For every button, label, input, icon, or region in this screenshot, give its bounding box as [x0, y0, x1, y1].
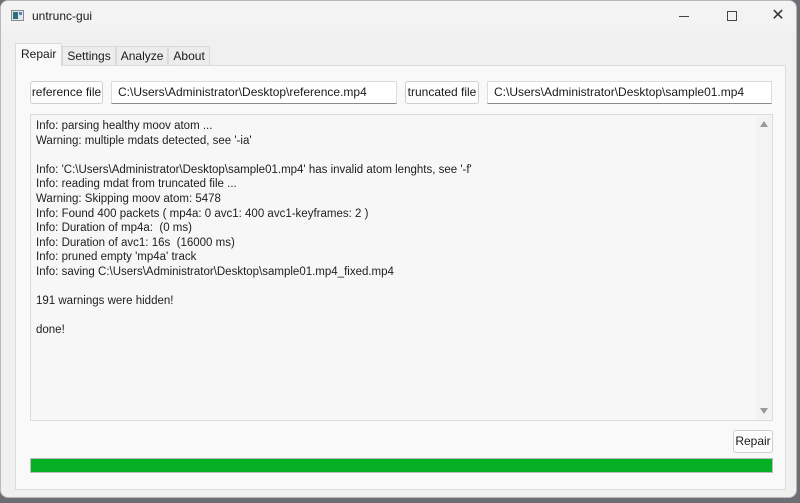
tab-bar: Repair Settings Analyze About	[15, 43, 210, 66]
maximize-button[interactable]	[709, 1, 755, 31]
app-icon	[11, 10, 24, 21]
tab-analyze[interactable]: Analyze	[115, 46, 169, 66]
log-line: Info: Duration of avc1: 16s (16000 ms)	[36, 236, 235, 249]
log-line: Warning: multiple mdats detected, see '-…	[36, 134, 252, 147]
progress-fill	[31, 459, 772, 472]
log-scrollbar[interactable]	[756, 115, 772, 420]
log-line: Warning: Skipping moov atom: 5478	[36, 192, 221, 205]
log-line: Info: 'C:\Users\Administrator\Desktop\sa…	[36, 163, 472, 176]
log-line: Info: pruned empty 'mp4a' track	[36, 251, 197, 264]
reference-file-button[interactable]: reference file	[30, 81, 103, 104]
minimize-icon	[679, 15, 689, 17]
truncated-path-input[interactable]: C:\Users\Administrator\Desktop\sample01.…	[487, 81, 772, 104]
close-icon: ✕	[771, 7, 785, 24]
log-output[interactable]: Info: parsing healthy moov atom ... Warni…	[30, 114, 773, 421]
tab-about[interactable]: About	[168, 46, 210, 66]
minimize-button[interactable]	[661, 1, 707, 31]
log-line: done!	[36, 324, 65, 337]
scroll-up-arrow-icon[interactable]	[760, 121, 768, 127]
log-line: Info: saving C:\Users\Administrator\Desk…	[36, 265, 394, 278]
title-bar[interactable]: untrunc-gui ✕	[1, 1, 796, 31]
repair-button[interactable]: Repair	[733, 430, 773, 453]
tab-settings[interactable]: Settings	[62, 46, 116, 66]
log-lines: Info: parsing healthy moov atom ... Warni…	[36, 119, 751, 338]
log-line: Info: Duration of mp4a: (0 ms)	[36, 222, 192, 235]
app-window: untrunc-gui ✕ Repair Settings Analyze Ab…	[0, 0, 797, 498]
close-button[interactable]: ✕	[755, 1, 796, 31]
repair-panel: reference file C:\Users\Administrator\De…	[15, 65, 786, 490]
reference-path-input[interactable]: C:\Users\Administrator\Desktop\reference…	[111, 81, 397, 104]
scroll-down-arrow-icon[interactable]	[760, 408, 768, 414]
maximize-icon	[727, 11, 737, 21]
truncated-file-button[interactable]: truncated file	[405, 81, 479, 104]
log-line: 191 warnings were hidden!	[36, 295, 174, 308]
log-line: Info: Found 400 packets ( mp4a: 0 avc1: …	[36, 207, 369, 220]
log-line: Info: parsing healthy moov atom ...	[36, 120, 213, 132]
log-line: Info: reading mdat from truncated file .…	[36, 178, 237, 191]
window-title: untrunc-gui	[32, 9, 93, 23]
progress-bar	[30, 458, 773, 473]
tab-repair[interactable]: Repair	[15, 43, 63, 66]
